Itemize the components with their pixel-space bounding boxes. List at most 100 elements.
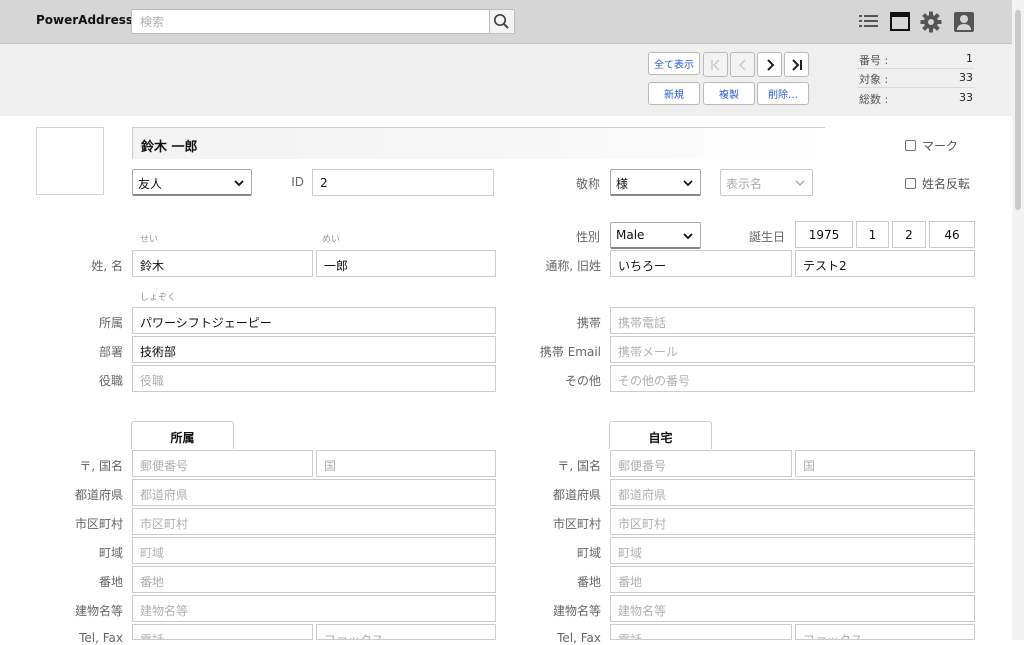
nickname-field[interactable]: いちろー <box>610 250 792 277</box>
work-fax-field[interactable]: ファックス <box>316 624 496 640</box>
app-title: PowerAddress <box>36 13 133 27</box>
birth-month-field[interactable]: 1 <box>856 221 889 248</box>
work-building-label: 建物名等 <box>74 604 123 618</box>
birthday-label: 誕生日 <box>748 230 785 244</box>
work-tel-field[interactable]: 電話 <box>132 624 313 640</box>
search-input[interactable] <box>132 10 489 33</box>
work-city-field[interactable]: 市区町村 <box>132 508 496 535</box>
scrollbar[interactable] <box>1012 0 1024 640</box>
gender-select[interactable]: Male <box>610 222 701 249</box>
tab-home-address[interactable]: 自宅 <box>609 421 712 449</box>
last-name-field[interactable]: 鈴木 <box>132 250 313 277</box>
next-record-button[interactable] <box>757 52 782 77</box>
found-count-label: 対象 : <box>859 73 889 86</box>
work-pref-label: 都道府県 <box>74 488 123 502</box>
record-number-value: 1 <box>966 52 973 65</box>
work-banchi-label: 番地 <box>98 575 123 589</box>
work-building-field[interactable]: 建物名等 <box>132 595 496 622</box>
home-fax-field[interactable]: ファックス <box>795 624 975 640</box>
work-town-label: 町域 <box>98 546 123 560</box>
prev-record-button[interactable] <box>730 52 755 77</box>
work-postal-field[interactable]: 郵便番号 <box>132 450 313 477</box>
tab-work-address[interactable]: 所属 <box>131 421 234 449</box>
work-banchi-field[interactable]: 番地 <box>132 566 496 593</box>
job-title-label: 役職 <box>98 374 123 388</box>
last-record-button[interactable] <box>784 52 809 77</box>
dept-field[interactable]: 技術部 <box>132 336 496 363</box>
furigana-last-label: せい <box>140 235 159 245</box>
mobile-email-field[interactable]: 携帯メール <box>610 336 975 363</box>
furigana-first-label: めい <box>322 235 341 245</box>
duplicate-record-button[interactable]: 複製 <box>703 82 755 105</box>
total-count-value: 33 <box>959 91 973 104</box>
home-pref-field[interactable]: 都道府県 <box>610 479 975 506</box>
mobile-field[interactable]: 携帯電話 <box>610 307 975 334</box>
search-button[interactable] <box>489 10 514 33</box>
other-number-field[interactable]: その他の番号 <box>610 365 975 392</box>
group-select[interactable]: 友人 <box>132 169 252 196</box>
list-view-button[interactable] <box>858 11 880 33</box>
home-postal-field[interactable]: 郵便番号 <box>610 450 792 477</box>
birth-year-field[interactable]: 1975 <box>795 221 853 248</box>
job-title-field[interactable]: 役職 <box>132 365 496 392</box>
next-icon <box>766 58 774 71</box>
furigana-company-label: しょぞく <box>140 293 177 303</box>
delete-record-button[interactable]: 削除… <box>757 82 809 105</box>
home-banchi-field[interactable]: 番地 <box>610 566 975 593</box>
mark-checkbox[interactable]: マーク <box>905 137 958 154</box>
scrollbar-thumb[interactable] <box>1015 10 1021 210</box>
form-view-button[interactable] <box>889 11 911 33</box>
chevron-down-icon <box>683 180 693 187</box>
search-icon <box>493 13 509 29</box>
home-town-label: 町域 <box>576 546 601 560</box>
home-tel-field[interactable]: 電話 <box>610 624 792 640</box>
user-icon <box>954 12 974 32</box>
work-country-field[interactable]: 国 <box>316 450 496 477</box>
first-icon <box>710 58 720 71</box>
other-number-label: その他 <box>564 374 601 388</box>
home-building-field[interactable]: 建物名等 <box>610 595 975 622</box>
home-postal-label: 〒, 国名 <box>557 459 601 473</box>
gear-icon <box>920 11 942 33</box>
honorific-value: 様 <box>616 177 629 191</box>
new-record-button[interactable]: 新規 <box>648 82 700 105</box>
birth-day-field[interactable]: 2 <box>892 221 926 248</box>
company-field[interactable]: パワーシフトジェーピー <box>132 307 496 334</box>
prev-icon <box>738 58 746 71</box>
checkbox-box[interactable] <box>905 178 916 189</box>
show-all-button[interactable]: 全て表示 <box>648 52 700 75</box>
photo-container[interactable] <box>36 127 104 195</box>
dept-label: 部署 <box>98 345 123 359</box>
work-city-label: 市区町村 <box>74 517 123 531</box>
home-town-field[interactable]: 町域 <box>610 537 975 564</box>
home-tel-label: Tel, Fax <box>557 631 601 645</box>
name-label: 姓, 名 <box>91 259 123 273</box>
checkbox-box[interactable] <box>905 140 916 151</box>
home-banchi-label: 番地 <box>576 575 601 589</box>
gender-label: 性別 <box>575 230 600 244</box>
honorific-label: 敬称 <box>575 177 600 191</box>
work-pref-field[interactable]: 都道府県 <box>132 479 496 506</box>
mobile-label: 携帯 <box>576 316 601 330</box>
chevron-down-icon <box>683 233 693 240</box>
old-name-field[interactable]: テスト2 <box>795 250 975 277</box>
work-postal-label: 〒, 国名 <box>79 459 123 473</box>
home-city-label: 市区町村 <box>552 517 601 531</box>
chevron-down-icon <box>234 180 244 187</box>
full-name-display: 鈴木 一郎 <box>132 127 825 159</box>
home-city-field[interactable]: 市区町村 <box>610 508 975 535</box>
first-record-button[interactable] <box>703 52 728 77</box>
account-button[interactable] <box>953 11 975 33</box>
name-reverse-checkbox[interactable]: 姓名反転 <box>905 175 970 192</box>
window-icon <box>890 12 910 31</box>
last-icon <box>791 58 802 71</box>
home-country-field[interactable]: 国 <box>795 450 975 477</box>
display-name-placeholder: 表示名 <box>726 177 763 191</box>
work-town-field[interactable]: 町域 <box>132 537 496 564</box>
honorific-select[interactable]: 様 <box>610 169 701 196</box>
id-field[interactable]: 2 <box>312 169 494 196</box>
first-name-field[interactable]: 一郎 <box>316 250 496 277</box>
display-name-select[interactable]: 表示名 <box>720 169 813 196</box>
gender-value: Male <box>616 228 645 242</box>
settings-button[interactable] <box>920 11 942 33</box>
